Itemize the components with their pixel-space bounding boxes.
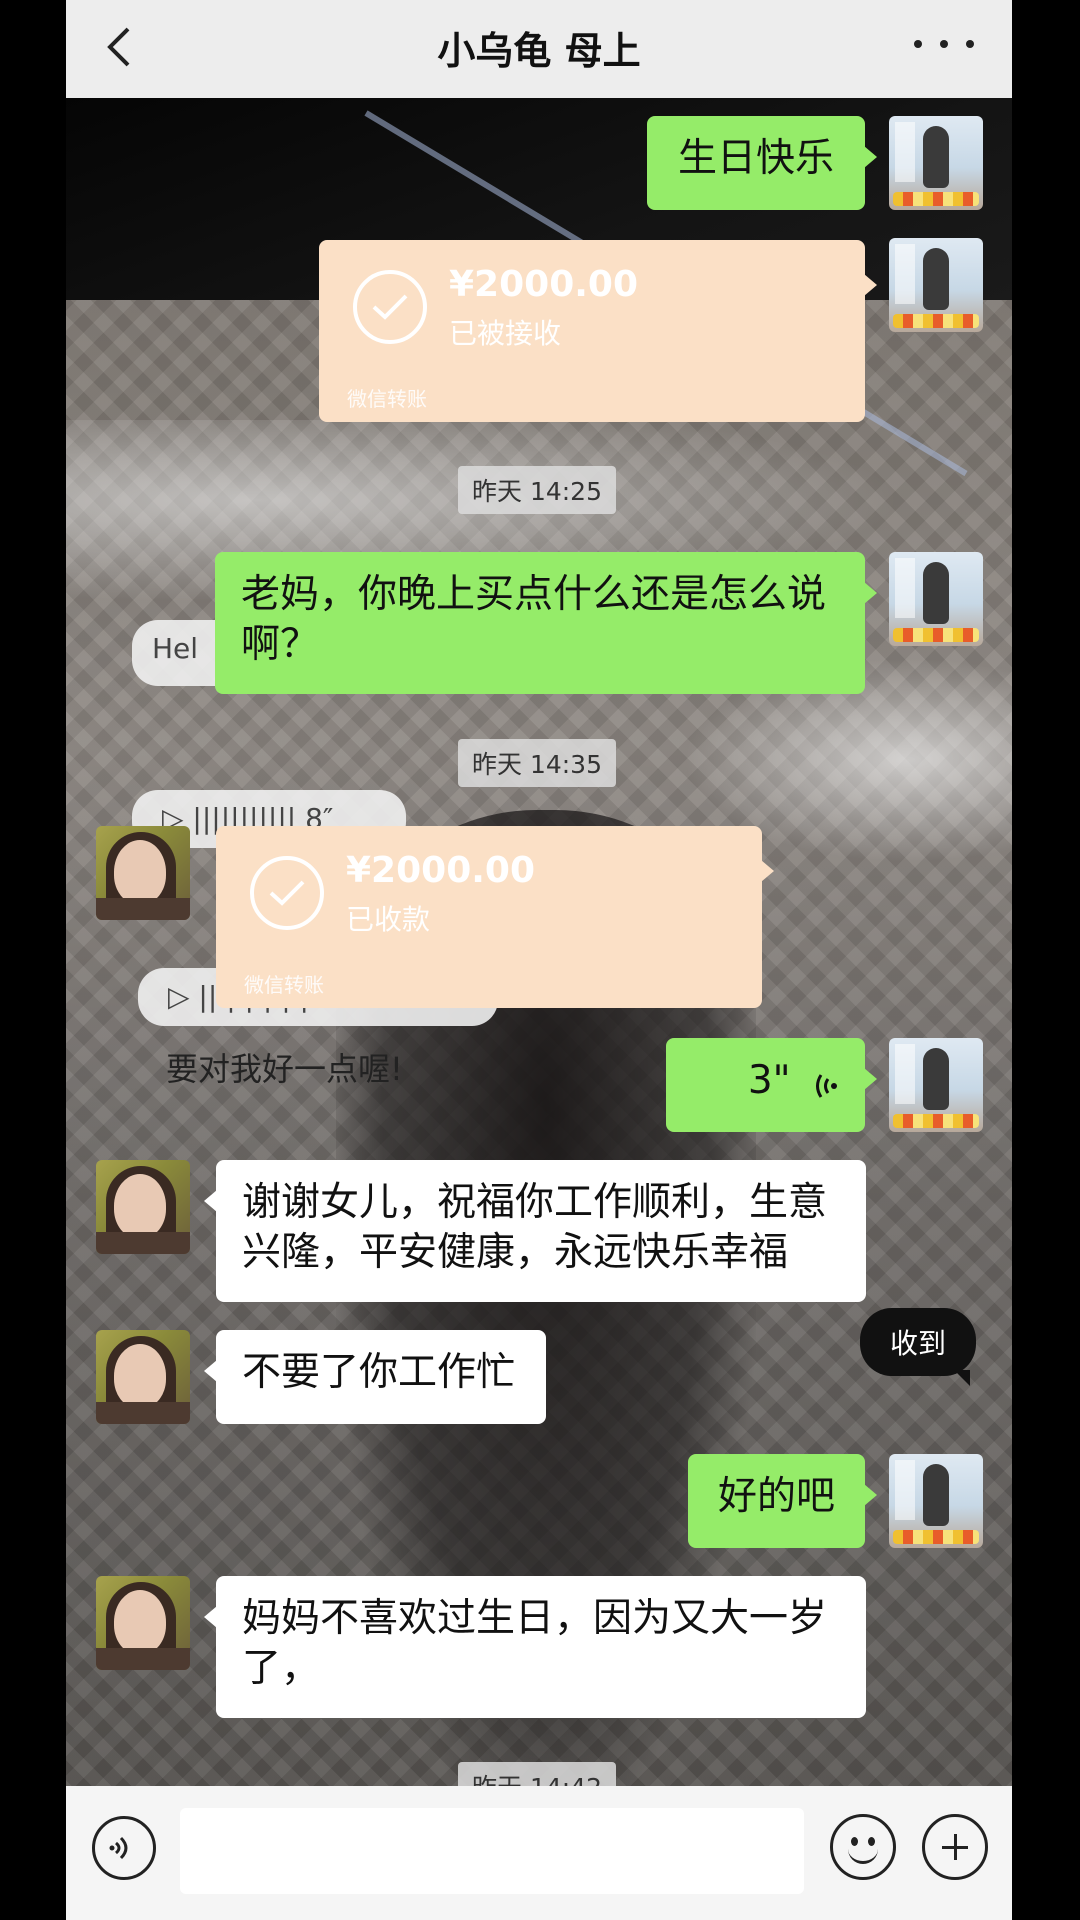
avatar[interactable] bbox=[889, 1038, 983, 1132]
message-bubble[interactable]: 谢谢女儿，祝福你工作顺利，生意兴隆，平安健康，永远快乐幸福 bbox=[204, 1160, 866, 1302]
more-options-button[interactable] bbox=[914, 24, 974, 64]
transfer-amount: ¥2000.00 bbox=[346, 850, 536, 891]
check-circle-icon bbox=[353, 270, 427, 344]
message-text: 妈妈不喜欢过生日，因为又大一岁了， bbox=[242, 1596, 828, 1691]
message-text: 谢谢女儿，祝福你工作顺利，生意兴隆，平安健康，永远快乐幸福 bbox=[242, 1180, 828, 1275]
message-bubble[interactable]: 不要了你工作忙 bbox=[204, 1330, 546, 1424]
avatar[interactable] bbox=[889, 116, 983, 210]
message-text: 生日快乐 bbox=[677, 136, 834, 181]
voice-message[interactable]: 3" bbox=[666, 1038, 877, 1132]
message-text: 老妈，你晚上买点什么还是怎么说啊？ bbox=[241, 572, 827, 667]
message-bubble[interactable]: 好的吧 bbox=[688, 1454, 877, 1548]
avatar[interactable] bbox=[889, 238, 983, 332]
timestamp: 昨天 14:25 bbox=[458, 466, 616, 514]
input-bar bbox=[66, 1786, 1012, 1920]
message-bubble[interactable]: 老妈，你晚上买点什么还是怎么说啊？ bbox=[215, 552, 877, 694]
avatar[interactable] bbox=[96, 1576, 190, 1670]
message-text: 不要了你工作忙 bbox=[242, 1350, 516, 1395]
transfer-label: 微信转账 bbox=[347, 387, 427, 411]
transfer-label: 微信转账 bbox=[244, 973, 324, 997]
transfer-status: 已收款 bbox=[346, 903, 431, 936]
message-bubble[interactable]: 妈妈不喜欢过生日，因为又大一岁了， bbox=[204, 1576, 866, 1718]
transfer-card[interactable]: ¥2000.00 已被接收 微信转账 bbox=[319, 240, 877, 422]
overlay-text: 要对我好一点喔! bbox=[166, 1050, 403, 1088]
more-dots-icon bbox=[914, 40, 922, 48]
check-circle-icon bbox=[250, 856, 324, 930]
emoji-button[interactable] bbox=[830, 1814, 896, 1880]
transfer-card[interactable]: ¥2000.00 已收款 微信转账 bbox=[216, 826, 774, 1008]
emoji-icon bbox=[851, 1837, 858, 1846]
voice-icon bbox=[109, 1836, 128, 1860]
avatar[interactable] bbox=[96, 1160, 190, 1254]
voice-duration: 3" bbox=[747, 1058, 791, 1103]
message-bubble[interactable]: 生日快乐 bbox=[647, 116, 877, 210]
voice-wave-icon bbox=[813, 1066, 839, 1100]
avatar[interactable] bbox=[889, 552, 983, 646]
chat-title: 小乌龟 母上 bbox=[437, 29, 641, 73]
message-text: 好的吧 bbox=[717, 1474, 835, 1519]
avatar[interactable] bbox=[96, 1330, 190, 1424]
avatar[interactable] bbox=[96, 826, 190, 920]
chat-screen: 小乌龟 母上 生日快乐 ¥2000.00 已被接收 微信转账 昨天 14:25 … bbox=[66, 0, 1012, 1920]
transfer-status: 已被接收 bbox=[449, 317, 562, 350]
voice-input-button[interactable] bbox=[92, 1816, 156, 1880]
avatar[interactable] bbox=[889, 1454, 983, 1548]
timestamp: 昨天 14:35 bbox=[458, 739, 616, 787]
more-actions-button[interactable] bbox=[922, 1814, 988, 1880]
received-badge: 收到 bbox=[860, 1308, 977, 1386]
chat-header: 小乌龟 母上 bbox=[66, 0, 1012, 98]
transfer-amount: ¥2000.00 bbox=[449, 264, 639, 305]
message-input[interactable] bbox=[180, 1808, 804, 1894]
